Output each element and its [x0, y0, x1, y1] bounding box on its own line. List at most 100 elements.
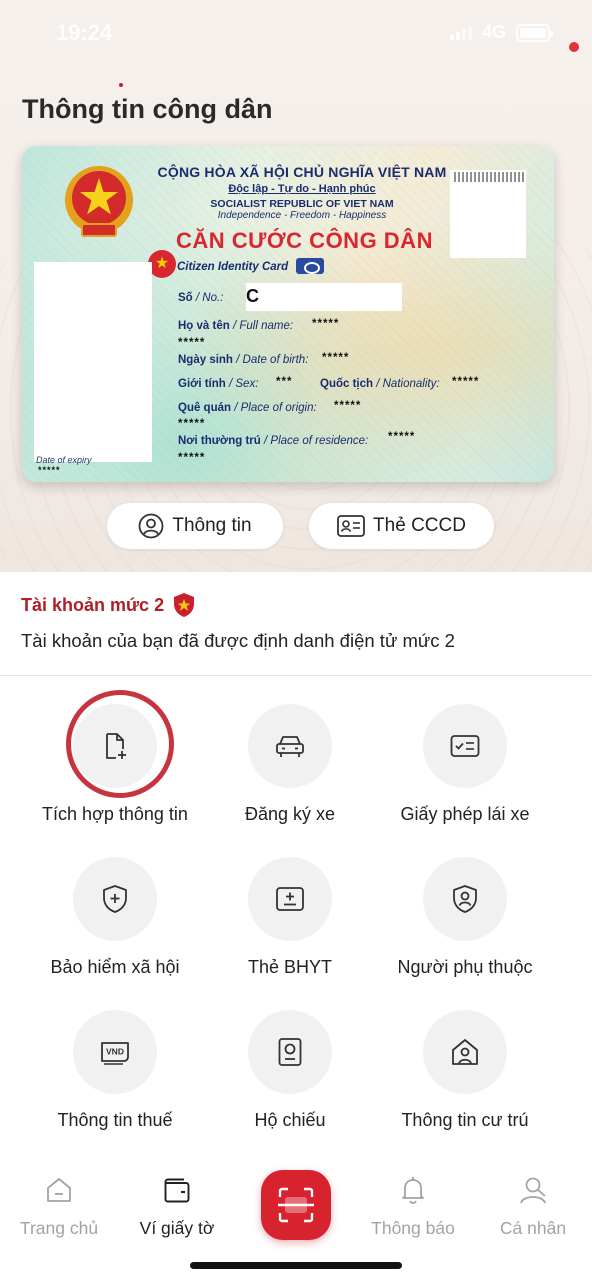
nav-profile[interactable]: Cá nhân	[474, 1174, 592, 1239]
citizen-info-header-area: 19:24 4G Thông tin công dân CỘNG HÒA XÃ …	[0, 0, 592, 572]
card-header-country: CỘNG HÒA XÃ HỘI CHỦ NGHĨA VIỆT NAM	[157, 164, 447, 180]
page-title: Thông tin công dân	[22, 94, 273, 124]
user-circle-icon	[138, 513, 164, 539]
id-card-icon	[337, 515, 365, 537]
name-value-2: *****	[178, 337, 206, 349]
number-value: C	[246, 286, 259, 306]
card-subtitle: Citizen Identity Card	[177, 261, 289, 273]
bottom-navigation: Trang chủ Ví giấy tờ Thông báo Cá nhân	[0, 1158, 592, 1280]
nav-profile-label: Cá nhân	[499, 1218, 567, 1238]
service-label: Thông tin thuế	[57, 1110, 173, 1130]
account-level-label: Tài khoản mức 2	[21, 594, 165, 615]
nav-notifications-label: Thông báo	[371, 1218, 455, 1238]
status-time: 19:24	[56, 20, 113, 45]
home-indicator	[190, 1262, 402, 1269]
service-passport[interactable]: Hộ chiếu	[192, 1010, 388, 1160]
residence-value-2: *****	[178, 452, 206, 464]
star-seal-icon: ★	[148, 250, 176, 278]
shield-plus-icon	[103, 885, 127, 913]
service-label: Hộ chiếu	[254, 1110, 326, 1130]
service-icon-circle	[73, 857, 157, 941]
card-header: CỘNG HÒA XÃ HỘI CHỦ NGHĨA VIỆT NAM Độc l…	[152, 164, 452, 221]
highlight-ring	[66, 690, 174, 798]
network-type: 4G	[482, 22, 507, 42]
service-integrate-info[interactable]: Tích hợp thông tin	[17, 690, 213, 854]
expiry-value: *****	[38, 465, 61, 475]
nav-icon-wrap	[0, 1174, 118, 1206]
service-vehicle-registration[interactable]: Đăng ký xe	[192, 704, 388, 854]
number-label: Số / No.:	[178, 292, 224, 304]
account-level-description: Tài khoản của bạn đã được định danh điện…	[21, 630, 455, 651]
service-residence-info[interactable]: Thông tin cư trú	[367, 1010, 563, 1160]
nav-wallet-label: Ví giấy tờ	[139, 1218, 215, 1238]
photo-redacted	[34, 262, 152, 462]
number-redacted: C	[246, 283, 402, 311]
id-card-button-label: Thẻ CCCD	[373, 515, 466, 536]
account-level-title: Tài khoản mức 2	[21, 592, 196, 618]
car-icon	[276, 736, 304, 757]
service-icon-circle	[248, 1010, 332, 1094]
bell-icon	[402, 1177, 424, 1204]
nav-icon-wrap	[118, 1174, 236, 1206]
battery-icon	[516, 24, 553, 42]
wallet-icon	[164, 1178, 190, 1203]
nav-notifications[interactable]: Thông báo	[354, 1174, 472, 1239]
expiry-label: Date of expiry	[36, 455, 92, 465]
national-emblem-icon	[65, 166, 133, 237]
service-label: Giấy phép lái xe	[400, 804, 530, 824]
vnd-tax-icon: VND	[101, 1042, 129, 1065]
recording-indicator	[569, 42, 579, 52]
service-icon-circle	[248, 857, 332, 941]
signal-icon	[450, 26, 472, 40]
user-icon	[520, 1177, 546, 1204]
nav-wallet[interactable]: Ví giấy tờ	[118, 1174, 236, 1239]
chip-icon	[296, 258, 324, 274]
service-driving-license[interactable]: Giấy phép lái xe	[367, 704, 563, 854]
service-label: Đăng ký xe	[244, 804, 336, 824]
nav-icon-wrap	[354, 1174, 472, 1206]
status-bar: 19:24 4G	[0, 0, 592, 70]
house-person-icon	[452, 1039, 478, 1065]
nav-home[interactable]: Trang chủ	[0, 1174, 118, 1239]
name-label: Họ và tên / Full name:	[178, 320, 294, 332]
home-icon	[47, 1178, 71, 1202]
service-dependents[interactable]: Người phụ thuộc	[367, 857, 563, 1007]
service-icon-circle	[248, 704, 332, 788]
service-icon-circle	[423, 1010, 507, 1094]
residence-value: *****	[388, 431, 416, 443]
divider	[0, 675, 592, 676]
card-title: CĂN CƯỚC CÔNG DÂN	[176, 228, 433, 253]
license-card-icon	[450, 735, 480, 757]
sex-value: ***	[276, 376, 293, 388]
info-button-label: Thông tin	[172, 515, 252, 536]
qr-code-redacted	[450, 170, 526, 258]
id-card-button[interactable]: Thẻ CCCD	[309, 503, 494, 549]
passport-icon	[278, 1038, 302, 1066]
nav-home-label: Trang chủ	[19, 1218, 99, 1238]
service-health-insurance-card[interactable]: Thẻ BHYT	[192, 857, 388, 1007]
service-label: Bảo hiểm xã hội	[50, 957, 180, 977]
health-card-icon	[276, 887, 304, 911]
card-header-country-en: SOCIALIST REPUBLIC OF VIET NAM	[210, 198, 394, 210]
service-social-insurance[interactable]: Bảo hiểm xã hội	[17, 857, 213, 1007]
name-value: *****	[312, 318, 340, 330]
indicator-dot	[119, 83, 123, 87]
level-badge-icon	[174, 593, 195, 617]
scan-button[interactable]	[261, 1170, 331, 1240]
nav-icon-wrap	[474, 1174, 592, 1206]
scan-icon	[278, 1187, 314, 1223]
service-icon-circle	[423, 857, 507, 941]
service-label: Tích hợp thông tin	[42, 804, 188, 824]
shield-person-icon	[453, 885, 477, 913]
card-header-motto: Độc lập - Tự do - Hạnh phúc	[228, 183, 376, 195]
service-icon-circle	[423, 704, 507, 788]
origin-value-2: *****	[178, 418, 206, 430]
info-button[interactable]: Thông tin	[107, 503, 283, 549]
residence-label: Nơi thường trú / Place of residence:	[178, 435, 369, 447]
citizen-id-card[interactable]: CỘNG HÒA XÃ HỘI CHỦ NGHĨA VIỆT NAM Độc l…	[22, 146, 554, 482]
service-tax-info[interactable]: VND Thông tin thuế	[17, 1010, 213, 1160]
sex-label: Giới tính / Sex:	[178, 378, 259, 390]
nationality-label: Quốc tịch / Nationality:	[320, 378, 440, 390]
service-label: Thẻ BHYT	[247, 957, 333, 977]
service-label: Người phụ thuộc	[397, 957, 533, 977]
